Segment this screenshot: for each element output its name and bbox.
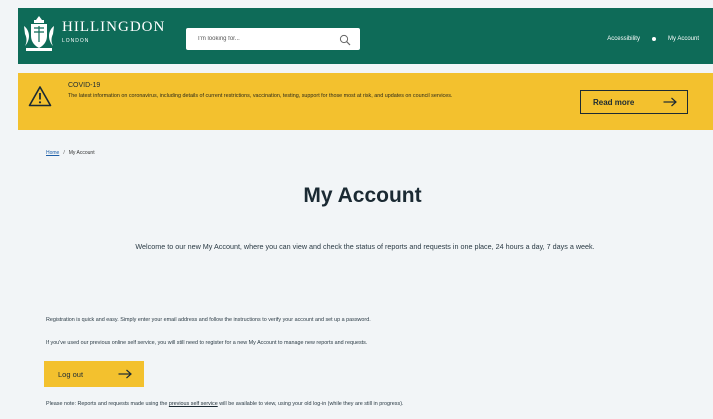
brand[interactable]: HILLINGDON LONDON [62, 19, 165, 44]
nav-accessibility-link[interactable]: Accessibility [607, 36, 640, 42]
previous-self-service-link[interactable]: previous self service [169, 401, 218, 407]
covid-banner: COVID-19 The latest information on coron… [18, 73, 713, 130]
welcome-text: Welcome to our new My Account, where you… [135, 242, 595, 251]
site-header: HILLINGDON LONDON Accessibility My Accou… [18, 8, 713, 64]
breadcrumb: Home / My Account [46, 150, 95, 156]
note-prefix: Please note: Reports and requests made u… [46, 401, 169, 407]
note-suffix: will be available to view, using your ol… [217, 401, 404, 407]
warning-icon [28, 85, 52, 107]
note-text: Please note: Reports and requests made u… [46, 401, 403, 407]
brand-sub: LONDON [62, 38, 90, 44]
arrow-right-icon [118, 369, 132, 379]
read-more-label: Read more [593, 97, 635, 107]
breadcrumb-current: My Account [68, 150, 95, 156]
page-title: My Account [303, 184, 422, 207]
search-input[interactable] [198, 28, 328, 50]
nav-my-account-link[interactable]: My Account [668, 36, 699, 42]
logout-button[interactable]: Log out [44, 361, 144, 387]
top-nav: Accessibility My Account [607, 36, 699, 42]
banner-title: COVID-19 [68, 82, 101, 89]
logout-label: Log out [58, 369, 84, 379]
previous-service-text: If you've used our previous online self … [46, 340, 368, 346]
search-icon[interactable] [339, 33, 351, 46]
crest-logo-icon[interactable] [22, 14, 56, 54]
brand-name: HILLINGDON [62, 19, 166, 35]
banner-text: The latest information on coronavirus, i… [68, 93, 453, 99]
nav-separator-dot [651, 37, 656, 41]
breadcrumb-home-link[interactable]: Home [46, 150, 59, 156]
registration-text: Registration is quick and easy. Simply e… [46, 317, 371, 323]
search-box [186, 28, 360, 50]
read-more-button[interactable]: Read more [580, 90, 688, 114]
arrow-right-icon [663, 97, 677, 107]
breadcrumb-separator: / [63, 150, 65, 156]
